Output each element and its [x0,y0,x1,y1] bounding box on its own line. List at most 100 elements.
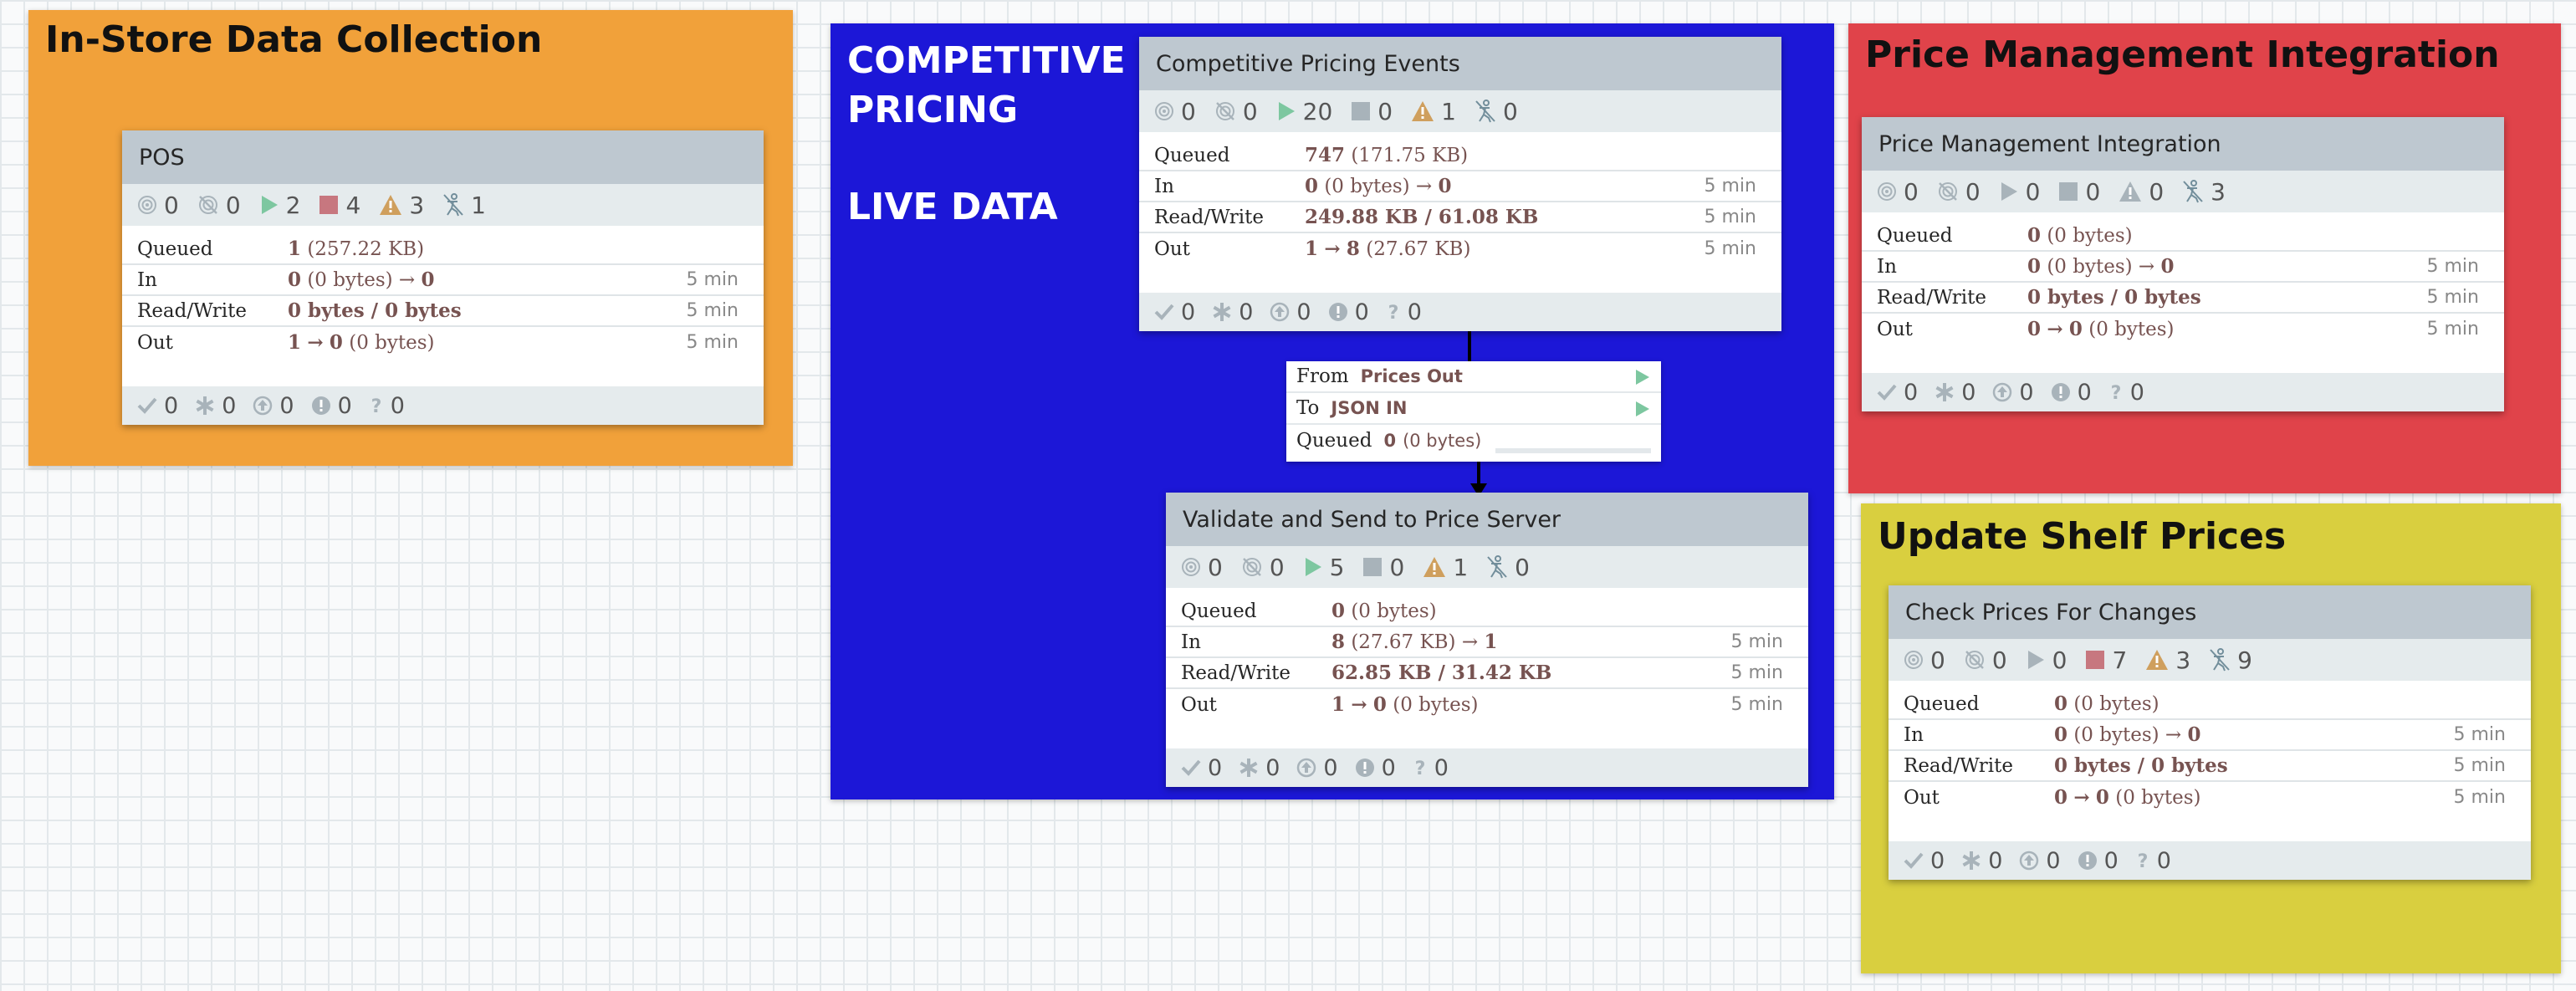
row-out: Out 0 → 0 (0 bytes) 5 min [1862,314,2504,345]
in-count: 8 [1331,631,1346,653]
connection-from-value: Prices Out [1360,366,1463,386]
stat-disabled: 0 [1486,554,1530,581]
queue-progress-bar [1495,448,1651,453]
row-label: Queued [1181,600,1257,622]
stat-count: 2 [285,191,301,219]
read-write-value: 62.85 KB / 31.42 KB [1331,662,1552,684]
process-group-check-prices-for-changes[interactable]: Check Prices For Changes 0 0 0 7 3 9 Queued 0 … [1889,585,2531,880]
warning-icon [1423,556,1446,578]
process-group-validate-and-send[interactable]: Validate and Send to Price Server 005010… [1166,493,1808,787]
process-group-name[interactable]: Validate and Send to Price Server [1166,493,1808,546]
queued-size: (0 bytes) [2073,693,2159,715]
asterisk-icon [1212,302,1232,322]
row-out: Out 1 → 8 (27.67 KB) 5 min [1139,233,1781,264]
footer-locally-modified: 0 [1961,848,2002,874]
stat-invalid: 1 [1411,98,1456,125]
row-out: Out 0 → 0 (0 bytes) 5 min [1889,782,2531,813]
stat-count: 7 [2112,646,2128,674]
in-count: 0 [2054,723,2068,746]
row-label: In [1877,255,1897,278]
row-label: Read/Write [1181,662,1291,684]
row-queued: Queued 1 (257.22 KB) [122,234,764,265]
process-group-body: Queued 0 (0 bytes) In 8 (27.67 KB) → 15 min… [1166,588,1808,720]
stat-count: 0 [1208,553,1223,581]
arrow: → [2165,724,2182,746]
row-time: 5 min [2426,256,2479,277]
process-group-pos[interactable]: POS 0 0 2 4 3 1 Queued 1 (257.22 KB) In 0 (0 byt… [122,130,764,425]
stat-stopped: 0 [1351,98,1393,125]
stat-transmitting: 0 [1154,98,1196,125]
footer-unknown: ? 0 [2135,848,2171,874]
footer-up-to-date: 0 [1154,299,1195,325]
process-group-name[interactable]: POS [122,130,764,184]
out-to: 8 [1346,238,1360,260]
check-icon [1154,303,1174,321]
not-transmitting-icon [197,194,219,216]
footer-count: 0 [1988,847,2003,874]
stat-count: 0 [1515,553,1530,581]
out-from: 1 [288,331,302,354]
in-size: (0 bytes) [2073,724,2159,746]
footer-stale: 0 [1992,380,2034,406]
out-size: (27.67 KB) [1366,238,1471,260]
connection-label[interactable]: From Prices Out To JSON IN Queued 0 (0 b… [1286,361,1661,462]
process-group-name[interactable]: Check Prices For Changes [1889,585,2531,639]
stat-not-transmitting: 0 [1964,646,2007,674]
transmitting-icon [1154,101,1174,121]
stat-count: 0 [225,191,241,219]
stat-disabled: 0 [1475,98,1518,125]
stat-stopped: 4 [319,192,360,219]
label-title: In-Store Data Collection [45,18,543,61]
row-value: 0 bytes / 0 bytes [2027,286,2427,309]
stat-count: 0 [1965,177,1981,206]
row-label: In [1181,631,1201,653]
play-icon [2026,649,2046,671]
footer-count: 0 [1354,299,1369,325]
process-group-footer: 0 0 0 0? 0 [1862,373,2504,411]
read-write-value: 0 bytes / 0 bytes [2054,754,2228,777]
svg-text:?: ? [2137,851,2148,871]
process-group-footer: 0 0 0 0? 0 [122,386,764,425]
out-size: (0 bytes) [2088,319,2175,340]
up-arrow-icon [1296,758,1316,778]
warning-icon [2145,649,2169,671]
footer-stale: 0 [1296,754,1338,781]
not-transmitting-icon [1964,649,1986,671]
row-time: 5 min [1730,631,1783,652]
stat-count: 0 [2085,177,2101,206]
queued-count: 747 [1305,144,1346,166]
row-label: Queued [1904,692,1980,715]
process-group-name[interactable]: Price Management Integration [1862,117,2504,171]
stat-count: 0 [1181,97,1196,125]
stat-count: 0 [1242,97,1258,125]
stat-stopped: 0 [2058,178,2100,206]
footer-unknown: ? 0 [1386,299,1422,325]
out-size: (0 bytes) [349,332,435,354]
exclamation-icon [311,396,331,416]
label-title-line: LIVE DATA [847,186,1058,229]
connection-queued-size: (0 bytes) [1403,431,1482,451]
row-time: 5 min [2426,319,2479,340]
footer-count: 0 [1961,379,1976,406]
process-group-price-management-integration[interactable]: Price Management Integration 0 0 0 0 0 3 Queu… [1862,117,2504,411]
footer-count: 0 [222,392,237,419]
to-run-status-icon [1636,401,1649,416]
row-value: 0 (0 bytes) → 0 [1305,175,1705,197]
queued-count: 0 [2027,224,2042,247]
in-count: 0 [1305,175,1319,197]
process-group-stats: 0 0 0 0 0 3 [1862,171,2504,212]
row-queued: Queued 747 (171.75 KB) [1139,140,1781,171]
out-size: (0 bytes) [2115,787,2201,809]
svg-text:?: ? [371,396,381,416]
row-time: 5 min [1730,662,1783,683]
footer-count: 0 [1323,754,1338,781]
stat-stopped: 0 [1362,554,1404,581]
stat-transmitting: 0 [1181,554,1223,581]
footer-locally-modified: 0 [1935,380,1975,406]
process-group-name[interactable]: Competitive Pricing Events [1139,37,1781,90]
footer-count: 0 [1930,847,1945,874]
connection-from-label: From [1296,365,1349,387]
process-group-competitive-pricing-events[interactable]: Competitive Pricing Events 0 0 20 0 1 0 Queue… [1139,37,1781,331]
not-transmitting-icon [1937,181,1959,202]
row-time: 5 min [686,269,739,290]
